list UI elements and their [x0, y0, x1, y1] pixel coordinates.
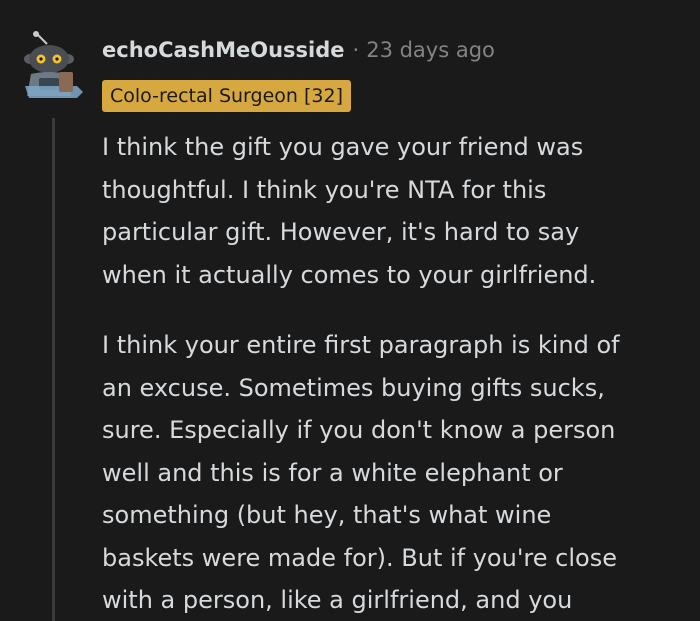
text-line: I think your entire first paragraph is k… — [102, 331, 620, 359]
text-line: particular gift. However, it's hard to s… — [102, 218, 580, 246]
text-line: something (but hey, that's what wine — [102, 501, 552, 529]
text-line: well and this is for a white elephant or — [102, 458, 563, 487]
comment: echoCashMeOusside · 23 days ago Colo-rec… — [0, 0, 700, 621]
thread-line[interactable] — [52, 118, 55, 621]
text-line: with a person, like a girlfriend, and yo… — [102, 586, 573, 614]
paragraph: I think your entire first paragraph is k… — [102, 324, 692, 621]
text-line: I think the gift you gave your friend wa… — [102, 133, 584, 161]
timestamp[interactable]: 23 days ago — [366, 38, 495, 62]
text-line: sure. Especially if you don't know a per… — [102, 416, 616, 444]
comment-header: echoCashMeOusside · 23 days ago — [102, 38, 495, 62]
paragraph: I think the gift you gave your friend wa… — [102, 126, 692, 296]
snoo-robot-avatar-icon — [24, 31, 83, 98]
username-link[interactable]: echoCashMeOusside — [102, 38, 345, 62]
text-line: baskets were made for). But if you're cl… — [102, 543, 617, 572]
comment-body: I think the gift you gave your friend wa… — [102, 126, 692, 621]
user-avatar[interactable] — [23, 30, 85, 100]
text-line: an excuse. Sometimes buying gifts sucks, — [102, 373, 605, 402]
text-line: when it actually comes to your girlfrien… — [102, 260, 597, 289]
text-line: thoughtful. I think you're NTA for this — [102, 175, 547, 204]
user-flair-badge: Colo-rectal Surgeon [32] — [102, 80, 351, 112]
separator-dot: · — [352, 38, 360, 62]
